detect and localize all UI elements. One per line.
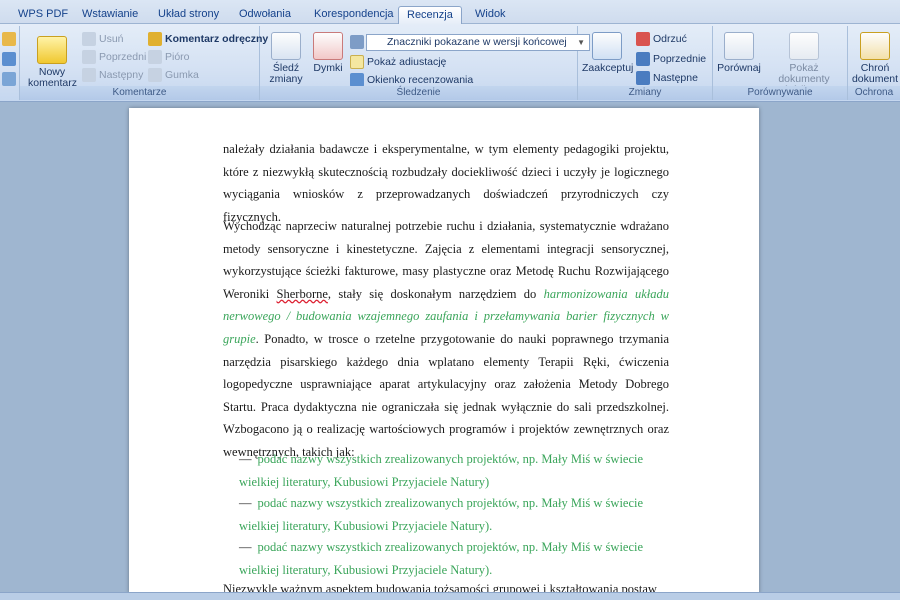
tab-korespondencja[interactable]: Korespondencja <box>306 6 402 24</box>
delete-comment-button[interactable]: Usuń <box>82 32 124 46</box>
review-pane-button[interactable]: Okienko recenzowania <box>350 73 473 87</box>
compare-icon <box>724 32 754 60</box>
tab-wstawianie[interactable]: Wstawianie <box>74 6 146 24</box>
lock-icon <box>860 32 890 60</box>
list-item[interactable]: — podać nazwy wszystkich zrealizowanych p… <box>239 536 669 581</box>
next-change-icon <box>636 71 650 85</box>
pencil-icon <box>148 32 162 46</box>
group-label-zmiany: Zmiany <box>578 86 712 100</box>
previous-change-icon <box>636 52 650 66</box>
reject-icon <box>636 32 650 46</box>
previous-label: Poprzedni <box>99 51 147 63</box>
balloons-icon <box>313 32 343 60</box>
eraser-button[interactable]: Gumka <box>148 68 199 82</box>
list-item-text: podać nazwy wszystkich zrealizowanych pr… <box>239 540 644 577</box>
markup-dropdown-value: Znaczniki pokazane w wersji końcowej <box>387 36 567 48</box>
reject-button[interactable]: Odrzuć <box>636 32 687 46</box>
next-comment-button[interactable]: Następny <box>82 68 143 82</box>
tab-recenzja[interactable]: Recenzja <box>398 6 462 25</box>
tab-uklad-strony[interactable]: Układ strony <box>150 6 227 24</box>
group-label-ochrona: Ochrona <box>848 86 900 100</box>
pen-label: Pióro <box>165 51 190 63</box>
paragraph-2[interactable]: Wychodząc naprzeciw naturalnej potrzebie… <box>223 215 669 464</box>
delete-icon <box>82 32 96 46</box>
research-icon[interactable] <box>2 52 16 66</box>
status-bar <box>0 592 900 600</box>
document-page[interactable]: należały działania badawcze i eksperymen… <box>129 108 759 594</box>
track-changes-icon <box>271 32 301 60</box>
ribbon: Nowy komentarz Usuń Poprzedni Następny K… <box>0 24 900 102</box>
eraser-label: Gumka <box>165 69 199 81</box>
previous-icon <box>82 50 96 64</box>
ribbon-group-ochrona: Chroń dokument Ochrona <box>848 26 900 100</box>
accept-icon <box>592 32 622 60</box>
protect-document-button[interactable]: Chroń dokument <box>850 32 900 85</box>
balloons-button[interactable]: Dymki <box>310 32 346 74</box>
next-icon <box>82 68 96 82</box>
list-item-text: podać nazwy wszystkich zrealizowanych pr… <box>239 496 644 533</box>
misspelled-word[interactable]: Sherborne <box>277 287 328 301</box>
display-for-review-icon <box>350 35 364 49</box>
pen-button[interactable]: Pióro <box>148 50 190 64</box>
accept-label: Zaakceptuj <box>582 62 634 74</box>
paragraph-2-text-c: . Ponadto, w trosce o rzetelne przygotow… <box>223 331 669 459</box>
reject-label: Odrzuć <box>653 33 687 45</box>
group-label-sledzenie: Śledzenie <box>260 86 577 100</box>
tab-wps-pdf[interactable]: WPS PDF <box>10 6 76 24</box>
tab-odwolania[interactable]: Odwołania <box>231 6 299 24</box>
review-pane-label: Okienko recenzowania <box>367 74 474 86</box>
pen-icon <box>148 50 162 64</box>
ribbon-group-porownywanie: Porównaj Pokaż dokumenty źródłowe Porówn… <box>713 26 848 100</box>
balloons-label: Dymki <box>313 62 343 74</box>
compare-button[interactable]: Porównaj <box>717 32 761 74</box>
list-item[interactable]: — podać nazwy wszystkich zrealizowanych p… <box>239 492 669 537</box>
tab-widok[interactable]: Widok <box>467 6 514 24</box>
list-item[interactable]: — podać nazwy wszystkich zrealizowanych p… <box>239 448 669 493</box>
track-changes-button[interactable]: Śledź zmiany <box>266 32 306 85</box>
ribbon-tab-strip: WPS PDF Wstawianie Układ strony Odwołani… <box>0 0 900 25</box>
paragraph-2-text-b: , stały się doskonałym narzędziem do <box>327 286 544 301</box>
group-label-porownywanie: Porównywanie <box>713 86 847 100</box>
previous-change-button[interactable]: Poprzednie <box>636 52 706 66</box>
handwritten-comment-button[interactable]: Komentarz odręczny <box>148 32 268 46</box>
spelling-icon[interactable] <box>2 32 16 46</box>
next-change-button[interactable]: Następne <box>636 71 698 85</box>
new-comment-icon <box>37 36 67 64</box>
show-markup-icon <box>350 55 364 69</box>
list-item-text: podać nazwy wszystkich zrealizowanych pr… <box>239 452 644 489</box>
next-change-label: Następne <box>653 72 698 84</box>
review-pane-icon <box>350 73 364 87</box>
source-documents-icon <box>789 32 819 60</box>
next-label: Następny <box>99 69 144 81</box>
group-label-komentarze: Komentarze <box>20 86 259 100</box>
ribbon-group-partial <box>0 26 20 100</box>
ribbon-group-komentarze: Nowy komentarz Usuń Poprzedni Następny K… <box>20 26 268 100</box>
show-markup-button[interactable]: Pokaż adiustację <box>350 55 446 69</box>
list-dash: — <box>239 452 252 466</box>
previous-change-label: Poprzednie <box>653 53 707 65</box>
ribbon-group-zmiany: Zaakceptuj Odrzuć Poprzednie Następne Zm… <box>578 26 713 100</box>
translate-icon[interactable] <box>2 72 16 86</box>
markup-display-dropdown[interactable]: Znaczniki pokazane w wersji końcowej ▼ <box>366 34 590 51</box>
compare-label: Porównaj <box>717 62 761 74</box>
show-markup-label: Pokaż adiustację <box>367 56 447 68</box>
protect-label: Chroń dokument <box>851 62 899 85</box>
new-comment-button[interactable]: Nowy komentarz <box>28 36 77 89</box>
handwritten-label: Komentarz odręczny <box>165 33 269 45</box>
eraser-icon <box>148 68 162 82</box>
list-dash: — <box>239 496 252 510</box>
delete-label: Usuń <box>99 33 124 45</box>
track-changes-label: Śledź zmiany <box>269 62 303 85</box>
accept-button[interactable]: Zaakceptuj <box>582 32 634 74</box>
ribbon-group-sledzenie: Śledź zmiany Dymki Znaczniki pokazane w … <box>260 26 590 100</box>
list-dash: — <box>239 540 252 554</box>
previous-comment-button[interactable]: Poprzedni <box>82 50 146 64</box>
